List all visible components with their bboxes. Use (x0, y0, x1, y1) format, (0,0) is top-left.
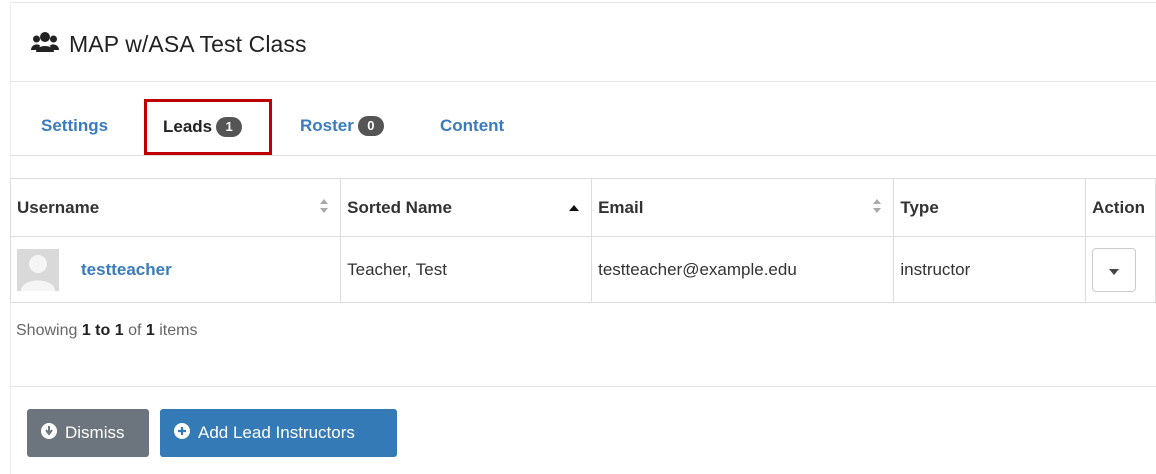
column-header-label: Email (598, 197, 644, 217)
circle-arrow-down-icon (41, 422, 65, 444)
type-cell: instructor (893, 236, 1087, 303)
tab-settings[interactable]: Settings (41, 96, 108, 156)
header-divider (10, 81, 1156, 82)
tab-leads[interactable]: Leads 1 (144, 99, 272, 155)
sort-ascending-icon (569, 198, 580, 218)
pagination-summary: Showing 1 to 1 of 1 items (16, 322, 197, 340)
email-cell: testteacher@example.edu (591, 236, 895, 303)
column-header-username[interactable]: Username (9, 178, 342, 237)
caret-down-icon (1109, 260, 1120, 280)
tab-roster[interactable]: Roster 0 (300, 96, 384, 156)
column-header-label: Action (1092, 197, 1145, 217)
pager-of: of (128, 322, 142, 339)
username-cell: testteacher (9, 236, 342, 303)
dismiss-label: Dismiss (65, 423, 125, 442)
class-leads-panel: MAP w/ASA Test Class Settings Leads 1 Ro… (0, 0, 1156, 474)
circle-plus-icon (174, 422, 198, 444)
avatar (17, 248, 59, 291)
action-cell (1085, 236, 1156, 303)
tab-settings-label: Settings (41, 116, 109, 135)
leads-table: Username Sorted Name Email Type Action t… (9, 178, 1156, 303)
tab-leads-label: Leads (163, 117, 213, 136)
tab-roster-label: Roster (300, 116, 354, 135)
column-header-type[interactable]: Type (893, 178, 1087, 237)
dismiss-button[interactable]: Dismiss (27, 409, 149, 457)
tab-bar: Settings Leads 1 Roster 0 Content (10, 96, 1156, 156)
leads-count-badge: 1 (216, 117, 243, 137)
roster-count-badge: 0 (357, 116, 384, 136)
column-header-sorted-name[interactable]: Sorted Name (340, 178, 593, 237)
panel-header: MAP w/ASA Test Class (31, 26, 307, 62)
pager-suffix: items (159, 322, 198, 339)
column-header-action: Action (1085, 178, 1156, 237)
column-header-label: Sorted Name (347, 197, 452, 217)
footer-divider (10, 386, 1156, 387)
row-actions-dropdown-button[interactable] (1092, 247, 1137, 292)
add-lead-instructors-button[interactable]: Add Lead Instructors (160, 409, 397, 457)
column-header-label: Type (900, 197, 939, 217)
pager-total: 1 (145, 322, 155, 339)
page-title: MAP w/ASA Test Class (69, 30, 307, 57)
sort-both-icon (320, 198, 329, 218)
pager-range: 1 to 1 (81, 322, 124, 339)
tab-content-label: Content (440, 116, 505, 135)
username-link[interactable]: testteacher (81, 260, 172, 280)
tab-content[interactable]: Content (440, 96, 504, 156)
pager-prefix: Showing (16, 322, 78, 339)
sorted-name-cell: Teacher, Test (340, 236, 593, 303)
panel-top-border (10, 2, 1156, 3)
column-header-email[interactable]: Email (591, 178, 895, 237)
table-header-row: Username Sorted Name Email Type Action (9, 178, 1156, 237)
users-icon (31, 31, 59, 58)
column-header-label: Username (17, 197, 100, 217)
table-row: testteacher Teacher, Test testteacher@ex… (9, 236, 1156, 303)
sort-both-icon (873, 198, 882, 218)
add-lead-instructors-label: Add Lead Instructors (198, 423, 355, 442)
